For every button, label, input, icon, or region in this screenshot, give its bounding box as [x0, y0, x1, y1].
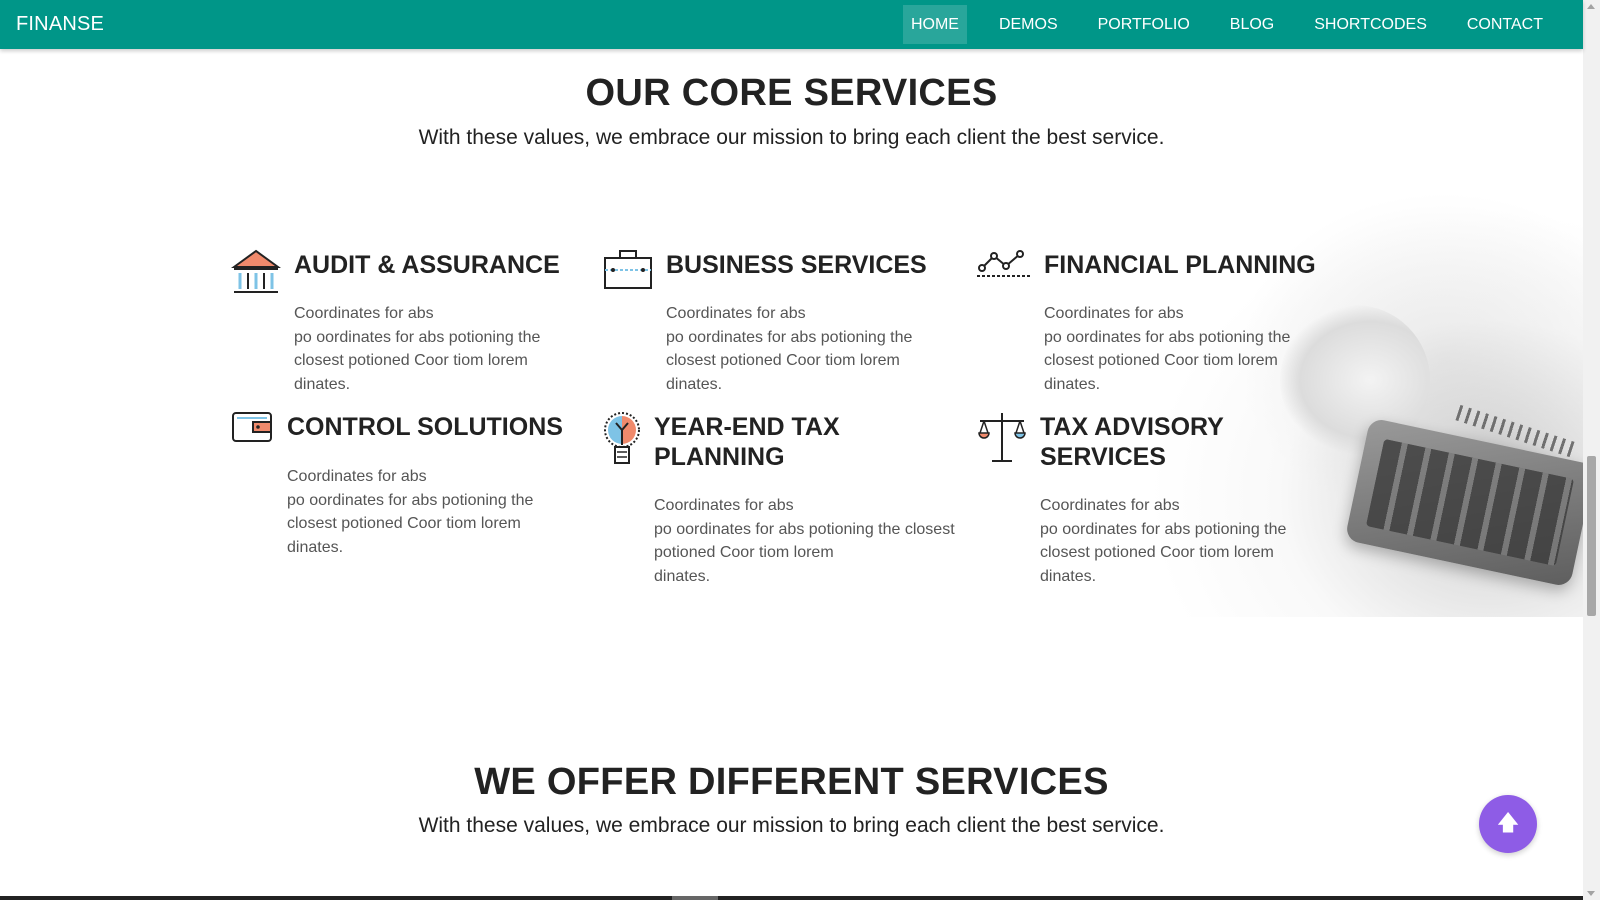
desc-line: Coordinates for abs — [1044, 305, 1184, 322]
bottom-border — [0, 896, 1583, 900]
desc-line: closest potioned Coor tiom lorem — [1044, 352, 1278, 369]
service-title: AUDIT & ASSURANCE — [294, 251, 560, 279]
scales-icon — [978, 413, 1026, 462]
arrow-up-icon: 🡅 — [1496, 810, 1520, 835]
desc-line: dinates. — [1044, 375, 1101, 393]
title-line: YEAR-END TAX — [654, 413, 840, 441]
core-services-title: OUR CORE SERVICES — [585, 72, 998, 114]
service-description: Coordinates for abs po oordinates for ab… — [1044, 302, 1290, 396]
service-description: Coordinates for abs po oordinates for ab… — [666, 302, 912, 396]
desc-line: closest potioned Coor tiom lorem — [1040, 544, 1274, 561]
page-scrollbar[interactable] — [1583, 0, 1600, 900]
desc-line: Coordinates for abs — [654, 497, 794, 514]
desc-line: Coordinates for abs — [287, 468, 427, 485]
desc-line: dinates. — [287, 538, 344, 556]
title-line: TAX ADVISORY — [1040, 413, 1224, 441]
desc-line: Coordinates for abs — [294, 305, 434, 322]
desc-line: dinates. — [1040, 567, 1097, 585]
desc-line: potioned Coor tiom lorem — [654, 544, 834, 561]
desc-line: po oordinates for abs potioning the — [287, 491, 534, 509]
nav-item-shortcodes[interactable]: SHORTCODES — [1306, 5, 1435, 44]
desc-line: closest potioned Coor tiom lorem — [666, 352, 900, 369]
nav-item-home[interactable]: HOME — [902, 5, 967, 44]
service-description: Coordinates for abs po oordinates for ab… — [654, 494, 955, 588]
service-description: Coordinates for abs po oordinates for ab… — [1040, 494, 1286, 588]
desc-line: Coordinates for abs — [666, 305, 806, 322]
line-chart-icon — [977, 250, 1030, 277]
service-title: BUSINESS SERVICES — [666, 251, 927, 279]
core-services-subtitle: With these values, we embrace our missio… — [418, 126, 1165, 149]
desc-line: po oordinates for abs potioning the — [1040, 520, 1287, 538]
nav-item-blog[interactable]: BLOG — [1222, 5, 1282, 44]
service-description: Coordinates for abs po oordinates for ab… — [287, 465, 533, 559]
desc-line: po oordinates for abs potioning the — [294, 328, 541, 346]
service-title: CONTROL SOLUTIONS — [287, 413, 563, 441]
desc-line: dinates. — [294, 375, 351, 393]
brand-logo[interactable]: FINANSE — [16, 13, 104, 36]
offer-services-title: WE OFFER DIFFERENT SERVICES — [474, 761, 1109, 803]
bottom-border-tab — [672, 896, 718, 900]
desc-line: Coordinates for abs — [1040, 497, 1180, 514]
desc-line: dinates. — [666, 375, 723, 393]
service-title: YEAR-END TAX PLANNING — [654, 412, 840, 472]
service-description: Coordinates for abs po oordinates for ab… — [294, 302, 540, 396]
desc-line: dinates. — [654, 567, 711, 585]
desc-line: closest potioned Coor tiom lorem — [294, 352, 528, 369]
nav-menu: HOME DEMOS PORTFOLIO BLOG SHORTCODES CON… — [879, 5, 1551, 44]
lightbulb-icon — [604, 412, 640, 464]
desc-line: po oordinates for abs potioning the clos… — [654, 520, 955, 538]
navbar: FINANSE HOME DEMOS PORTFOLIO BLOG SHORTC… — [0, 0, 1583, 49]
nav-item-contact[interactable]: CONTACT — [1459, 5, 1551, 44]
nav-item-demos[interactable]: DEMOS — [991, 5, 1066, 44]
title-line: SERVICES — [1040, 443, 1166, 471]
scroll-down-arrow[interactable] — [1587, 891, 1595, 896]
calculator-keys — [1365, 438, 1575, 567]
scrollbar-thumb[interactable] — [1587, 456, 1596, 616]
briefcase-icon — [604, 250, 652, 289]
back-to-top-button[interactable]: 🡅 — [1479, 795, 1537, 853]
wallet-icon — [232, 412, 272, 442]
title-line: PLANNING — [654, 443, 785, 471]
offer-services-subtitle: With these values, we embrace our missio… — [418, 814, 1165, 837]
service-title: TAX ADVISORY SERVICES — [1040, 412, 1224, 472]
scroll-up-arrow[interactable] — [1587, 4, 1595, 9]
bank-icon — [231, 249, 281, 293]
nav-item-portfolio[interactable]: PORTFOLIO — [1090, 5, 1198, 44]
service-title: FINANCIAL PLANNING — [1044, 251, 1316, 279]
desc-line: closest potioned Coor tiom lorem — [287, 515, 521, 532]
desc-line: po oordinates for abs potioning the — [1044, 328, 1291, 346]
desc-line: po oordinates for abs potioning the — [666, 328, 913, 346]
